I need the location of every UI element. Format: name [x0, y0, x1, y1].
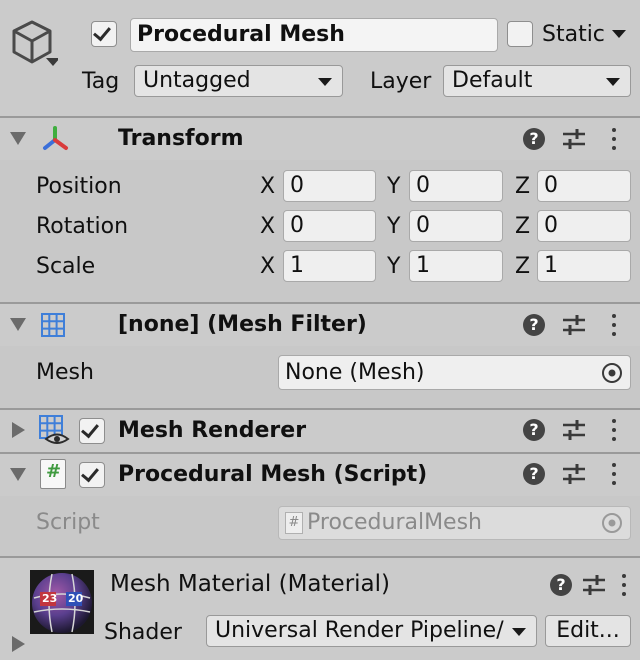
kebab-menu-icon[interactable] — [612, 419, 616, 441]
shader-label: Shader — [104, 620, 182, 645]
static-dropdown-caret[interactable] — [612, 30, 626, 38]
shader-value: Universal Render Pipeline/ — [215, 618, 504, 643]
kebab-menu-icon[interactable] — [612, 128, 616, 150]
shader-edit-button[interactable]: Edit... — [545, 615, 631, 647]
axis-z-label[interactable]: Z — [515, 216, 530, 238]
cube-icon — [12, 20, 58, 66]
static-toggle[interactable] — [507, 21, 533, 47]
rotation-z-field[interactable]: 0 — [537, 210, 631, 242]
active-toggle[interactable] — [91, 21, 117, 47]
axis-y-label[interactable]: Y — [387, 216, 400, 238]
gameobject-name-text: Procedural Mesh — [137, 22, 345, 47]
tag-dropdown[interactable]: Untagged — [134, 65, 343, 97]
layer-label: Layer — [370, 69, 432, 94]
object-picker-icon — [602, 513, 622, 533]
material-thumb-number-1: 23 — [42, 592, 58, 605]
transform-axes-icon — [43, 126, 68, 150]
shader-dropdown[interactable]: Universal Render Pipeline/ — [206, 615, 537, 647]
axis-x-label[interactable]: X — [260, 256, 275, 278]
scale-label: Scale — [36, 254, 96, 279]
help-icon[interactable]: ? — [550, 574, 572, 596]
mesh-value: None (Mesh) — [285, 360, 425, 385]
position-y-field[interactable]: 0 — [409, 170, 503, 202]
kebab-menu-icon[interactable] — [622, 574, 626, 596]
script-label: Script — [36, 510, 100, 535]
chevron-down-icon — [318, 78, 332, 86]
sliders-icon[interactable] — [582, 574, 606, 596]
material-thumb-number-2: 20 — [68, 592, 84, 605]
chevron-down-icon — [512, 628, 526, 636]
script-object-field: # ProceduralMesh — [278, 506, 631, 540]
rotation-y-field[interactable]: 0 — [409, 210, 503, 242]
kebab-menu-icon[interactable] — [612, 463, 616, 485]
gameobject-name-field[interactable]: Procedural Mesh — [130, 18, 498, 52]
help-icon[interactable]: ? — [523, 463, 545, 485]
material-sphere-icon — [32, 573, 92, 633]
script-file-glyph: # — [46, 461, 62, 482]
position-z-field[interactable]: 0 — [537, 170, 631, 202]
rotation-label: Rotation — [36, 214, 129, 239]
sliders-icon[interactable] — [562, 463, 586, 485]
axis-x-label[interactable]: X — [260, 216, 275, 238]
axis-y-label[interactable]: Y — [387, 176, 400, 198]
foldout-expanded-icon[interactable] — [10, 468, 26, 481]
chevron-down-icon — [606, 78, 620, 86]
check-icon — [81, 463, 99, 483]
scale-x-field[interactable]: 1 — [283, 250, 376, 282]
foldout-expanded-icon[interactable] — [10, 132, 26, 145]
transform-title: Transform — [118, 126, 244, 151]
help-icon[interactable]: ? — [523, 314, 545, 336]
layer-dropdown[interactable]: Default — [443, 65, 631, 97]
axis-z-label[interactable]: Z — [515, 176, 530, 198]
material-title: Mesh Material (Material) — [110, 571, 390, 597]
script-small-icon: # — [285, 512, 303, 534]
rotation-x-field[interactable]: 0 — [283, 210, 376, 242]
mesh-grid-icon — [41, 313, 65, 337]
foldout-collapsed-icon[interactable] — [12, 422, 25, 438]
script-file-icon: # — [40, 459, 66, 489]
scale-y-field[interactable]: 1 — [409, 250, 503, 282]
mesh-renderer-toggle[interactable] — [79, 418, 105, 444]
tag-value: Untagged — [143, 68, 251, 93]
script-value: ProceduralMesh — [307, 510, 483, 535]
scale-z-field[interactable]: 1 — [537, 250, 631, 282]
script-component-title: Procedural Mesh (Script) — [118, 462, 428, 487]
help-icon[interactable]: ? — [523, 419, 545, 441]
sliders-icon[interactable] — [562, 128, 586, 150]
layer-value: Default — [452, 68, 533, 93]
sliders-icon[interactable] — [562, 419, 586, 441]
sliders-icon[interactable] — [562, 314, 586, 336]
position-label: Position — [36, 174, 122, 199]
axis-y-label[interactable]: Y — [387, 256, 400, 278]
mesh-label: Mesh — [36, 360, 94, 385]
mesh-renderer-title: Mesh Renderer — [118, 418, 307, 443]
help-icon[interactable]: ? — [523, 128, 545, 150]
static-label: Static — [542, 22, 605, 47]
axis-x-label[interactable]: X — [260, 176, 275, 198]
check-icon — [81, 419, 99, 439]
check-icon — [93, 22, 111, 42]
mesh-filter-title: [none] (Mesh Filter) — [118, 312, 367, 337]
script-component-toggle[interactable] — [79, 462, 105, 488]
tag-label: Tag — [82, 69, 120, 94]
object-picker-icon[interactable] — [600, 361, 624, 385]
foldout-collapsed-icon[interactable] — [12, 636, 25, 652]
mesh-renderer-icon — [39, 415, 70, 444]
axis-z-label[interactable]: Z — [515, 256, 530, 278]
mesh-object-field[interactable]: None (Mesh) — [278, 355, 631, 390]
foldout-expanded-icon[interactable] — [10, 318, 26, 331]
material-thumbnail[interactable]: 23 20 — [30, 570, 94, 634]
kebab-menu-icon[interactable] — [612, 314, 616, 336]
position-x-field[interactable]: 0 — [283, 170, 376, 202]
